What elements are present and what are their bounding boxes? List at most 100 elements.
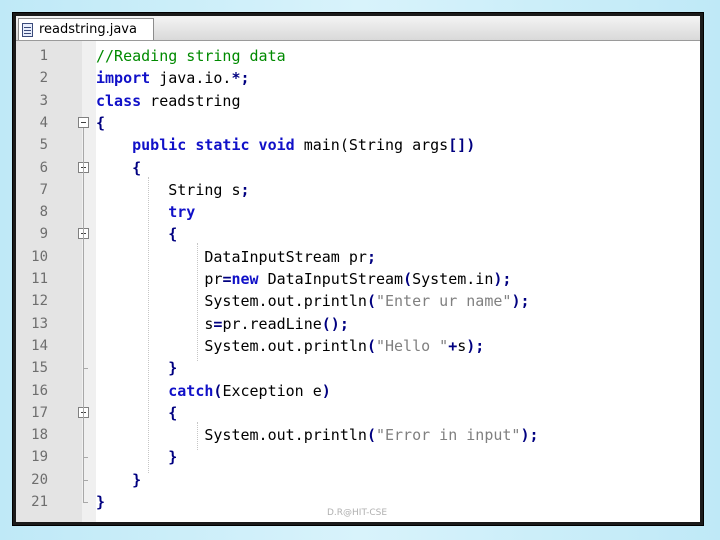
editor-window: readstring.java 1 //Reading string data 2 i… (16, 16, 700, 522)
code-line[interactable]: 5 public static void main(String args[]) (16, 134, 700, 156)
fold-end-marker (83, 457, 88, 459)
fold-end-marker (83, 502, 88, 503)
code-token: System.in (412, 270, 494, 288)
code-token: DataInputStream pr (96, 247, 367, 266)
line-number: 8 (39, 204, 48, 221)
code-token: (); (321, 314, 349, 333)
code-token: ); (493, 270, 512, 288)
code-token: ( (403, 270, 413, 288)
code-line[interactable]: 14 System.out.println("Hello "+s); (16, 335, 700, 357)
code-text: } (96, 446, 177, 468)
line-number: 18 (31, 427, 48, 444)
code-token: ); (511, 292, 530, 311)
code-token: //Reading string data (96, 47, 286, 65)
slide-frame: readstring.java 1 //Reading string data 2 i… (12, 12, 704, 526)
code-token: + (448, 336, 458, 355)
line-number: 3 (39, 92, 48, 109)
code-token: []) (448, 136, 476, 155)
line-number: 9 (39, 226, 48, 243)
code-token: s (457, 336, 467, 355)
code-token: ); (520, 426, 539, 445)
line-number: 6 (39, 159, 48, 176)
code-token: pr (96, 270, 223, 288)
code-line[interactable]: 1 //Reading string data (16, 45, 700, 67)
code-line[interactable]: 10 DataInputStream pr; (16, 246, 700, 268)
code-line[interactable]: 6 { (16, 157, 700, 179)
code-line[interactable]: 15 } (16, 357, 700, 379)
code-line[interactable]: 16 catch(Exception e) (16, 380, 700, 402)
code-text: { (96, 157, 141, 179)
line-number: 16 (31, 382, 48, 399)
code-token: } (96, 493, 106, 511)
code-editor[interactable]: 1 //Reading string data 2 import java.io.*;… (16, 41, 700, 522)
tab-readstring-java[interactable]: readstring.java (18, 18, 154, 40)
code-token: String s (96, 180, 241, 199)
code-text: DataInputStream pr; (96, 246, 376, 268)
code-line[interactable]: 8 try (16, 201, 700, 223)
line-number: 17 (31, 404, 48, 421)
code-line[interactable]: 2 import java.io.*; (16, 67, 700, 89)
code-line[interactable]: 18 System.out.println("Error in input"); (16, 424, 700, 446)
code-token: catch (168, 381, 214, 400)
code-token: DataInputStream (258, 270, 404, 288)
line-number: 11 (31, 271, 48, 287)
code-token: "Enter ur name" (375, 292, 512, 311)
line-number: 2 (39, 70, 48, 87)
code-text: class readstring (96, 90, 241, 112)
code-token: s (96, 314, 214, 333)
code-token: class (96, 91, 142, 110)
line-number: 10 (31, 248, 48, 265)
code-token: ; (366, 247, 376, 266)
code-line[interactable]: 9 { (16, 223, 700, 245)
code-token: System.out.println (96, 292, 367, 311)
code-token: ( (366, 336, 376, 355)
code-text: System.out.println("Error in input"); (96, 424, 539, 446)
code-token: ; (240, 180, 250, 199)
indent-guide (148, 176, 150, 473)
code-line[interactable]: 4{ (16, 112, 700, 134)
line-number: 15 (31, 360, 48, 377)
code-text: System.out.println("Enter ur name"); (96, 290, 530, 312)
code-token: { (168, 403, 178, 422)
fold-end-marker (83, 479, 88, 481)
code-line[interactable]: 3 class readstring (16, 90, 700, 112)
code-text: } (96, 469, 141, 491)
code-text: public static void main(String args[]) (96, 134, 475, 156)
code-line[interactable]: 13 s=pr.readLine(); (16, 313, 700, 335)
indent-guide (196, 243, 198, 362)
code-text: { (96, 112, 105, 134)
code-text: try (96, 201, 195, 223)
code-token: { (168, 225, 178, 244)
fold-end-marker (83, 368, 88, 370)
line-number: 19 (31, 449, 48, 466)
code-token: main(String args (294, 136, 449, 155)
fold-collapse-icon[interactable] (78, 116, 89, 128)
code-token: try (168, 203, 196, 222)
code-token: import (96, 69, 151, 88)
code-token: readstring (141, 91, 241, 110)
code-text: } (96, 357, 177, 379)
code-token: Exception e (222, 381, 322, 400)
code-token: pr.readLine (222, 314, 322, 333)
code-token: "Hello " (375, 336, 449, 355)
code-line[interactable]: 11 pr=new DataInputStream(System.in); (16, 268, 700, 290)
code-token: ( (366, 426, 376, 445)
tab-bar: readstring.java (16, 16, 700, 41)
code-line[interactable]: 20 } (16, 469, 700, 491)
line-number: 20 (31, 471, 48, 488)
code-line[interactable]: 19 } (16, 446, 700, 468)
footer-credit: D.R@HIT-CSE (327, 508, 388, 518)
code-line[interactable]: 12 System.out.println("Enter ur name"); (16, 290, 700, 312)
code-token: public static void (132, 136, 295, 155)
line-number: 7 (39, 181, 48, 198)
code-token: { (132, 158, 142, 177)
code-line[interactable]: 17 { (16, 402, 700, 424)
code-token: } (168, 359, 178, 378)
code-text: pr=new DataInputStream(System.in); (96, 268, 511, 290)
code-line[interactable]: 7 String s; (16, 179, 700, 201)
